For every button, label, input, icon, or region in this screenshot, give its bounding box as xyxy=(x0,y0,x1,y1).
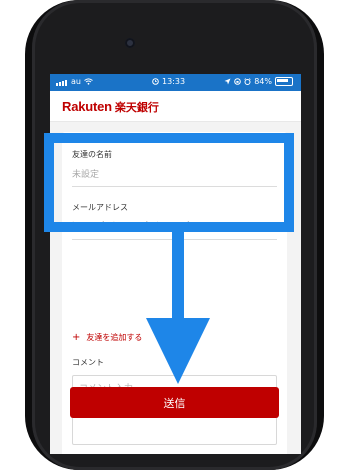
front-camera xyxy=(125,38,135,48)
signal-icon xyxy=(56,77,68,86)
comment-label: コメント xyxy=(72,358,104,367)
battery-icon xyxy=(275,77,293,86)
wifi-icon xyxy=(84,78,93,85)
battery-percent: 84% xyxy=(254,77,272,86)
status-bar: au 13:33 84% xyxy=(50,74,301,91)
logo-text-jp: 楽天銀行 xyxy=(114,101,159,114)
arrow-shaft xyxy=(172,232,184,320)
location-icon xyxy=(224,78,231,85)
carrier-label: au xyxy=(71,77,81,86)
plus-icon: + xyxy=(72,332,81,343)
down-arrow-icon xyxy=(146,318,210,384)
add-friend-label: 友達を追加する xyxy=(86,333,143,342)
submit-button[interactable]: 送信 xyxy=(70,387,279,418)
rakuten-bank-logo: Rakuten 楽天銀行 xyxy=(62,99,159,115)
clock-time: 13:33 xyxy=(162,77,186,86)
highlight-box xyxy=(44,133,294,232)
logo-text-en: Rakuten xyxy=(62,99,112,114)
rotation-lock-icon xyxy=(234,78,242,85)
app-header: Rakuten 楽天銀行 xyxy=(50,91,301,122)
alarm-clock-icon xyxy=(244,78,251,85)
alarm-icon xyxy=(152,78,159,85)
add-friend-button[interactable]: + 友達を追加する xyxy=(72,332,142,343)
submit-label: 送信 xyxy=(163,396,186,410)
